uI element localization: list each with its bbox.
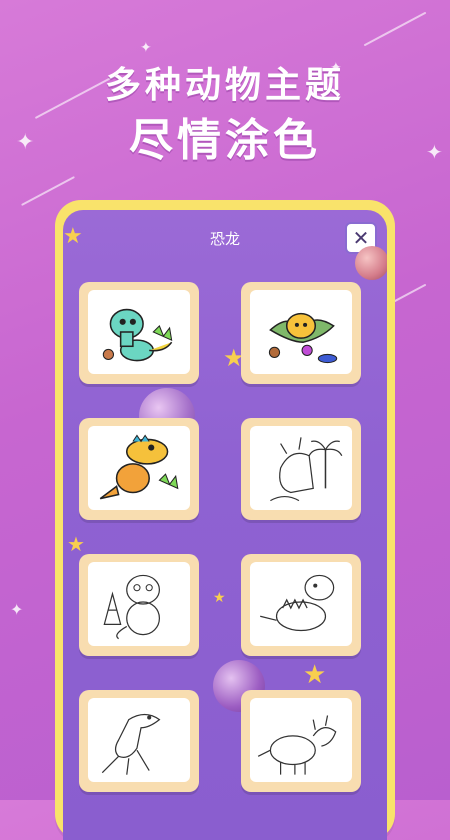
green-dino-thumbnail — [102, 308, 173, 362]
pterosaur-thumbnail — [268, 312, 338, 364]
app-screen: 恐龙 ✕ ★ ★ ★ ★ ★ — [63, 210, 387, 840]
close-icon: ✕ — [352, 226, 370, 250]
sparkle-icon: ✦ — [140, 40, 152, 56]
coloring-card[interactable] — [79, 418, 199, 520]
t-rex-orange-thumbnail — [99, 434, 179, 500]
star-decoration: ★ — [303, 660, 327, 690]
star-decoration: ★ — [213, 590, 226, 606]
baby-dino-outline-thumbnail — [103, 574, 161, 640]
triceratops-outline-thumbnail — [270, 437, 343, 502]
headline-line2: 尽情涂色 — [129, 115, 321, 166]
stegosaurus-outline-thumbnail — [260, 574, 335, 632]
coloring-card[interactable] — [79, 554, 199, 656]
headline-line1: 多种动物主题 — [104, 65, 345, 106]
star-decoration: ★ — [67, 532, 85, 556]
coloring-card[interactable] — [79, 282, 199, 384]
coloring-card[interactable] — [79, 690, 199, 792]
coloring-card[interactable] — [241, 418, 361, 520]
background-streak — [21, 176, 75, 206]
t-rex-outline-thumbnail — [101, 713, 161, 775]
coloring-card[interactable] — [241, 282, 361, 384]
page-title: 恐龙 — [209, 230, 240, 248]
background-streak — [363, 11, 427, 47]
coloring-card[interactable] — [241, 554, 361, 656]
coloring-card[interactable] — [241, 690, 361, 792]
star-decoration: ★ — [63, 224, 83, 249]
sparkle-icon: ✦ — [10, 600, 24, 619]
triceratops-walking-outline-thumbnail — [257, 715, 337, 775]
phone-frame: 恐龙 ✕ ★ ★ ★ ★ ★ — [55, 200, 395, 840]
planet-decoration — [355, 246, 387, 280]
top-bar: 恐龙 ✕ — [63, 210, 387, 260]
